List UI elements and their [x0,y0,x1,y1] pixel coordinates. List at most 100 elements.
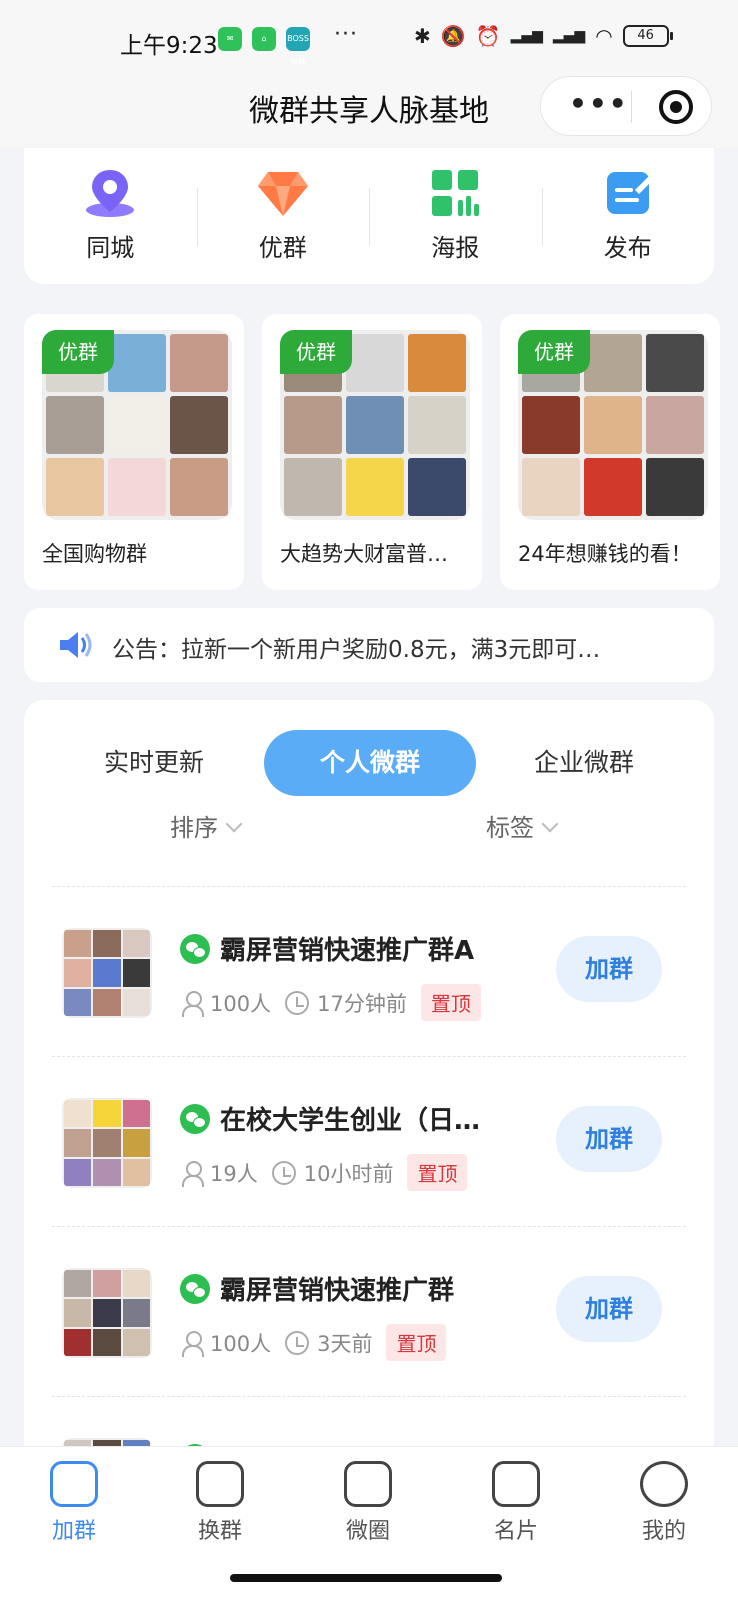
chevron-down-icon [225,815,243,833]
tab-moments[interactable]: 微圈 [318,1461,418,1545]
featured-group-name: 24年想赚钱的看！ [518,542,692,566]
quick-item-poster[interactable]: 海报 [369,148,542,284]
home-indicator [230,1574,502,1582]
poster-icon [428,166,482,220]
divider [52,1396,686,1397]
list-item[interactable]: 霸屏营销快速推广群 100人 3天前 置顶 加群 [24,1228,714,1396]
tags-dropdown[interactable]: 标签 [486,808,559,843]
members-icon [182,990,204,1017]
tab-personal-groups[interactable]: 个人微群 [264,730,476,796]
more-button[interactable]: ••• [569,87,629,120]
tab-label: 换群 [197,1519,242,1544]
wechat-icon [180,1104,210,1134]
boss-icon: BOSS直聘 [286,27,310,67]
signal-icon: ▂▄▆ [552,28,586,44]
clock-icon [285,1330,310,1355]
premium-badge: 优群 [518,330,590,374]
group-title: 霸屏营销快速推广群 [220,1276,455,1306]
quick-item-label: 海报 [431,234,480,262]
card-icon [492,1461,540,1507]
member-count: 19人 [210,1161,258,1186]
member-count: 100人 [210,991,272,1016]
wechat-icon [180,934,210,964]
group-meta: 100人 17分钟前 置顶 [182,984,481,1021]
category-tabs: 实时更新 个人微群 企业微群 [24,730,714,796]
featured-group-name: 全国购物群 [42,542,147,566]
tab-label: 我的 [641,1519,686,1544]
divider [52,1226,686,1227]
tags-label: 标签 [486,814,534,842]
close-mini-program-button[interactable] [659,90,693,124]
update-time: 10小时前 [303,1161,394,1186]
signal-icon: ▂▄▆ [510,28,543,44]
tab-enterprise-groups[interactable]: 企业微群 [504,730,664,796]
location-icon [83,166,137,220]
group-avatar [62,928,152,1018]
pinned-badge: 置顶 [420,984,481,1021]
clock-icon [271,1160,296,1185]
more-notifications-icon: ··· [334,22,358,47]
featured-card[interactable]: 优群 24年想赚钱的看！ [500,314,720,590]
list-item[interactable]: 在校大学生创业（日… 19人 10小时前 置顶 加群 [24,1058,714,1226]
featured-card[interactable]: 优群 全国购物群 [24,314,244,590]
members-icon [182,1160,204,1187]
quick-item-premium-groups[interactable]: 优群 [196,148,370,284]
wechat-icon [180,1274,210,1304]
profile-icon [640,1461,688,1507]
tab-label: 名片 [493,1519,538,1544]
filter-bar: 排序 标签 [24,808,714,848]
wifi-icon: ◠ [595,24,613,48]
update-time: 3天前 [317,1331,373,1356]
premium-badge: 优群 [42,330,114,374]
quick-item-label: 发布 [603,234,652,262]
tab-business-card[interactable]: 名片 [466,1461,566,1545]
nav-bar: 微群共享人脉基地 ••• [0,64,738,148]
join-group-button[interactable]: 加群 [556,936,662,1002]
featured-group-name: 大趋势大财富普… [280,542,448,566]
tab-join-group[interactable]: 加群 [24,1461,124,1545]
mini-program-capsule: ••• [540,76,712,136]
tab-mine[interactable]: 我的 [614,1461,714,1545]
group-avatar [62,1268,152,1358]
quick-item-same-city[interactable]: 同城 [24,148,197,284]
clock-icon [285,990,310,1015]
members-icon [182,1330,204,1357]
pinned-badge: 置顶 [386,1324,447,1361]
quick-menu: 同城 优群 海报 发布 [24,148,714,284]
quick-item-label: 优群 [258,234,307,262]
join-group-button[interactable]: 加群 [556,1276,662,1342]
exchange-icon [196,1461,244,1507]
group-avatar [62,1098,152,1188]
list-item[interactable]: 霸屏营销快速推广群A 100人 17分钟前 置顶 加群 [24,888,714,1056]
join-group-button[interactable]: 加群 [556,1106,662,1172]
tab-exchange-group[interactable]: 换群 [170,1461,270,1545]
group-list-panel: 实时更新 个人微群 企业微群 排序 标签 霸屏营销快速推广群A 100人 17分… [24,700,714,1460]
divider [52,886,686,887]
bluetooth-icon: ✱ [414,24,431,48]
diamond-icon [256,166,310,220]
chat-bubble-icon [344,1461,392,1507]
announcement-bar[interactable]: 公告：拉新一个新用户奖励0.8元，满3元即可… [24,608,714,682]
tab-label: 微圈 [345,1519,390,1544]
quick-item-label: 同城 [86,234,135,262]
sort-dropdown[interactable]: 排序 [170,808,243,843]
alarm-icon: ⏰ [475,24,501,48]
announcement-text: 公告：拉新一个新用户奖励0.8元，满3元即可… [112,637,601,663]
system-icons: ✱ 🔕 ⏰ ▂▄▆ ▂▄▆ ◠ 46 [414,24,673,48]
tab-label: 加群 [51,1519,96,1544]
featured-card[interactable]: 优群 大趋势大财富普… [262,314,482,590]
group-title: 在校大学生创业（日… [220,1106,481,1136]
group-meta: 19人 10小时前 置顶 [182,1154,468,1191]
premium-badge: 优群 [280,330,352,374]
quick-item-publish[interactable]: 发布 [541,148,715,284]
battery-icon: 46 [622,25,673,47]
wechat-icon: ✉ [218,27,242,51]
group-meta: 100人 3天前 置顶 [182,1324,447,1361]
app-icon: ⌂ [252,27,276,51]
tab-realtime[interactable]: 实时更新 [74,730,234,796]
speaker-icon [58,630,92,660]
capsule-divider [631,91,632,123]
featured-groups: 优群 全国购物群 优群 大趋势大财富普… 优群 24年想赚钱的看！ [24,314,738,590]
member-count: 100人 [210,1331,272,1356]
divider [52,1056,686,1057]
